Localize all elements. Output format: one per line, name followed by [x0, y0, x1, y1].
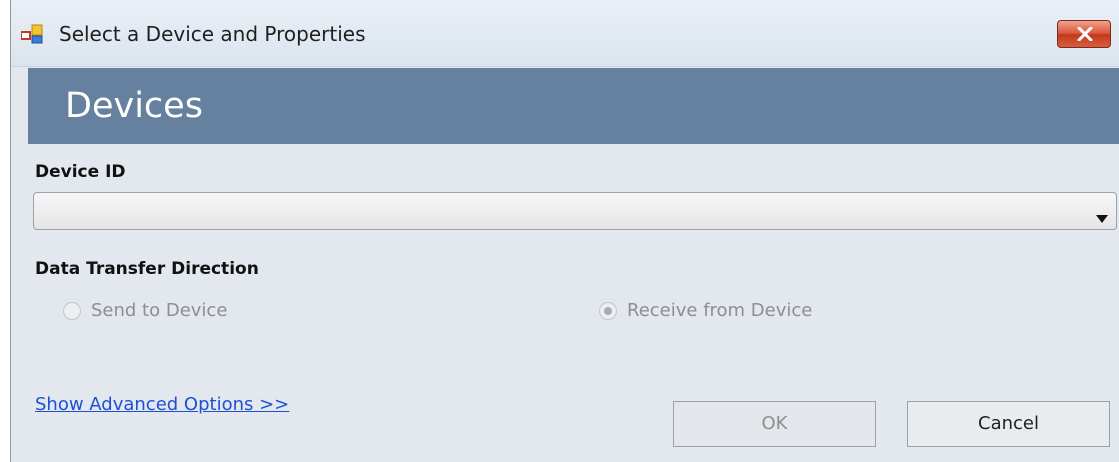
radio-receive-from-device[interactable]: Receive from Device: [599, 300, 812, 321]
dialog-window: Select a Device and Properties Devices D…: [10, 0, 1119, 462]
chevron-down-icon: [1096, 208, 1108, 227]
device-id-dropdown[interactable]: [33, 192, 1117, 230]
ok-button[interactable]: OK: [673, 401, 876, 447]
page-title: Devices: [65, 86, 203, 126]
radio-send-to-device[interactable]: Send to Device: [63, 300, 227, 321]
close-icon: [1077, 27, 1093, 41]
app-window-icon: [20, 24, 43, 44]
device-id-label: Device ID: [35, 162, 126, 182]
header-band: Devices: [28, 68, 1119, 144]
title-bar[interactable]: Select a Device and Properties: [11, 0, 1119, 67]
radio-receive-label: Receive from Device: [627, 300, 813, 321]
transfer-direction-label: Data Transfer Direction: [35, 259, 259, 279]
window-title: Select a Device and Properties: [59, 22, 366, 46]
cancel-button[interactable]: Cancel: [907, 401, 1110, 447]
radio-button-checked[interactable]: [599, 301, 617, 320]
close-button[interactable]: [1057, 20, 1111, 48]
radio-button[interactable]: [63, 301, 81, 320]
radio-send-label: Send to Device: [91, 300, 228, 321]
show-advanced-options-link[interactable]: Show Advanced Options >>: [35, 394, 289, 415]
